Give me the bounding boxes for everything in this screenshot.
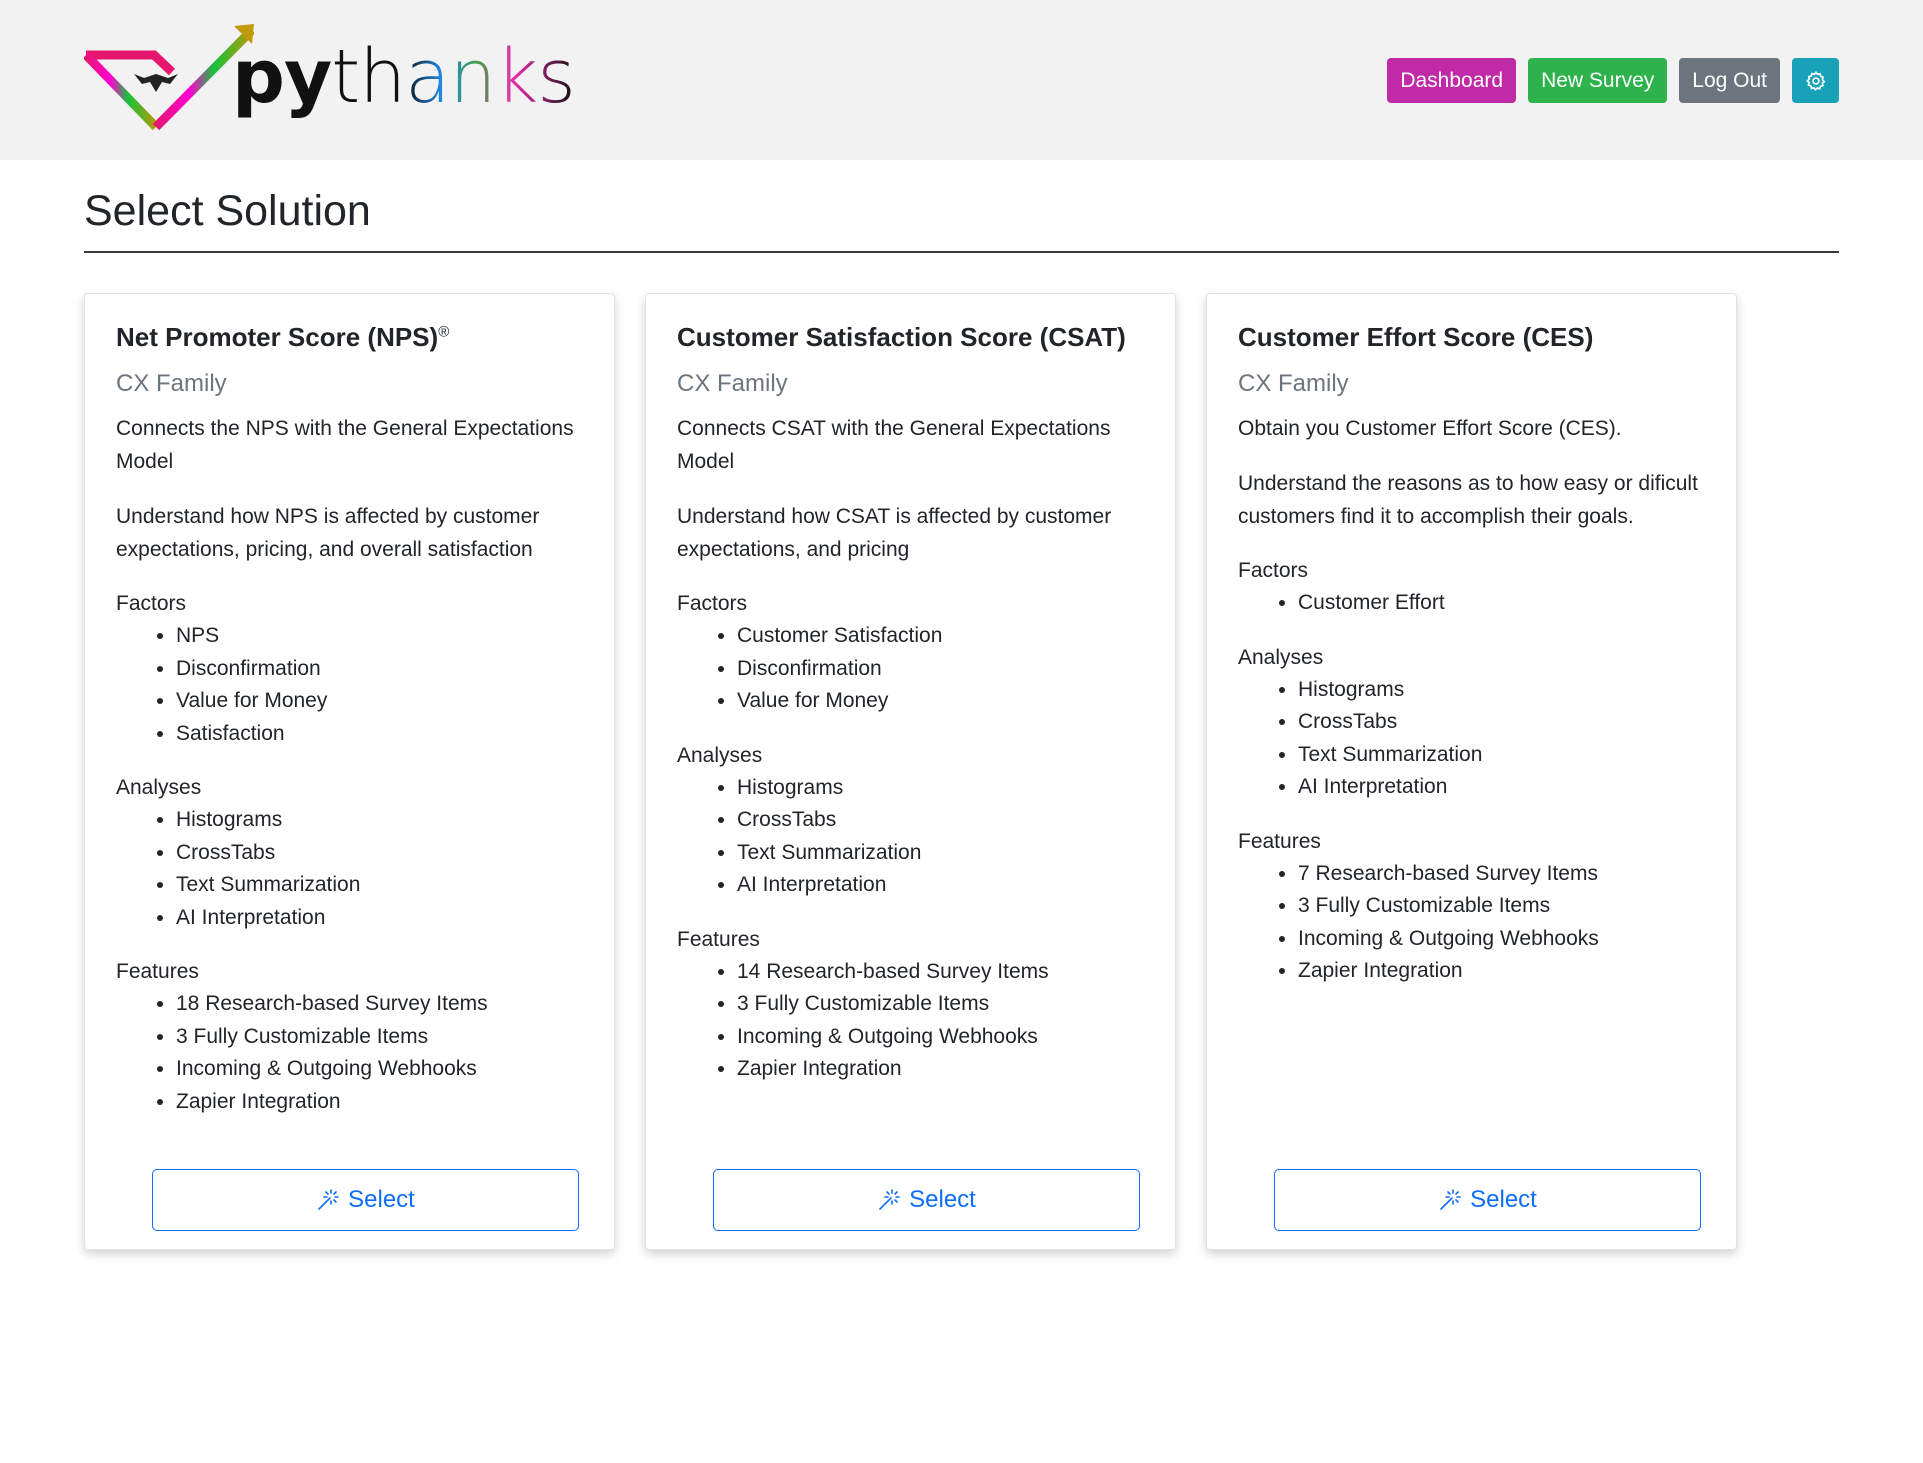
factors-label: Factors xyxy=(1238,559,1309,582)
select-button-label: Select xyxy=(348,1186,415,1213)
analyses-label: Analyses xyxy=(116,776,202,799)
factors-list: Customer Effort xyxy=(1238,587,1706,620)
factors-label: Factors xyxy=(116,592,187,615)
magic-wand-icon xyxy=(318,1189,339,1210)
list-item: Disconfirmation xyxy=(737,653,1145,686)
list-item: Text Summarization xyxy=(737,837,1145,870)
list-item: Incoming & Outgoing Webhooks xyxy=(1298,923,1706,956)
list-item: NPS xyxy=(176,620,584,653)
features-list: 7 Research-based Survey Items 3 Fully Cu… xyxy=(1238,858,1706,988)
list-item: 3 Fully Customizable Items xyxy=(737,988,1145,1021)
card-subtitle: CX Family xyxy=(1238,370,1349,397)
card-title: Customer Satisfaction Score (CSAT) xyxy=(677,322,1126,352)
new-survey-button[interactable]: New Survey xyxy=(1528,58,1668,103)
select-button-csat[interactable]: Select xyxy=(713,1169,1140,1231)
select-button-label: Select xyxy=(1470,1186,1537,1213)
header-nav: Dashboard New Survey Log Out xyxy=(1387,58,1839,103)
list-item: AI Interpretation xyxy=(176,902,584,935)
card-subtitle: CX Family xyxy=(677,370,788,397)
list-item: Zapier Integration xyxy=(176,1086,584,1119)
main-content: Select Solution Net Promoter Score (NPS)… xyxy=(0,160,1923,1250)
card-subtitle: CX Family xyxy=(116,370,227,397)
list-item: Zapier Integration xyxy=(1298,955,1706,988)
factors-list: Customer Satisfaction Disconfirmation Va… xyxy=(677,620,1145,718)
list-item: Text Summarization xyxy=(176,869,584,902)
list-item: Disconfirmation xyxy=(176,653,584,686)
select-button-nps[interactable]: Select xyxy=(152,1169,579,1231)
list-item: Incoming & Outgoing Webhooks xyxy=(176,1053,584,1086)
analyses-list: Histograms CrossTabs Text Summarization … xyxy=(1238,674,1706,804)
analyses-list: Histograms CrossTabs Text Summarization … xyxy=(677,772,1145,902)
registered-mark: ® xyxy=(438,323,450,341)
list-item: 18 Research-based Survey Items xyxy=(176,988,584,1021)
list-item: Zapier Integration xyxy=(737,1053,1145,1086)
list-item: Value for Money xyxy=(737,685,1145,718)
list-item: 3 Fully Customizable Items xyxy=(1298,890,1706,923)
pythanks-logo[interactable]: pythanks xyxy=(84,22,576,132)
solution-card-ces: Customer Effort Score (CES) CX Family Ob… xyxy=(1206,293,1737,1250)
features-list: 14 Research-based Survey Items 3 Fully C… xyxy=(677,956,1145,1086)
top-bar: pythanks Dashboard New Survey Log Out xyxy=(0,0,1923,160)
list-item: CrossTabs xyxy=(737,804,1145,837)
list-item: Text Summarization xyxy=(1298,739,1706,772)
list-item: AI Interpretation xyxy=(1298,771,1706,804)
list-item: Histograms xyxy=(176,804,584,837)
card-description: Understand the reasons as to how easy or… xyxy=(1238,472,1698,528)
card-description: Obtain you Customer Effort Score (CES). xyxy=(1238,417,1622,440)
solution-cards: Net Promoter Score (NPS)® CX Family Conn… xyxy=(84,293,1839,1250)
list-item: 7 Research-based Survey Items xyxy=(1298,858,1706,891)
analyses-list: Histograms CrossTabs Text Summarization … xyxy=(116,804,584,934)
select-button-ces[interactable]: Select xyxy=(1274,1169,1701,1231)
list-item: AI Interpretation xyxy=(737,869,1145,902)
analyses-label: Analyses xyxy=(677,743,763,767)
card-description: Connects CSAT with the General Expectati… xyxy=(677,417,1111,473)
list-item: CrossTabs xyxy=(1298,706,1706,739)
card-title: Customer Effort Score (CES) xyxy=(1238,322,1594,352)
select-button-label: Select xyxy=(909,1186,976,1213)
logo-wordmark: pythanks xyxy=(232,34,576,120)
list-item: Satisfaction xyxy=(176,718,584,751)
solution-card-csat: Customer Satisfaction Score (CSAT) CX Fa… xyxy=(645,293,1176,1250)
card-title: Net Promoter Score (NPS)® xyxy=(116,322,450,352)
magic-wand-icon xyxy=(1440,1189,1461,1210)
logout-button[interactable]: Log Out xyxy=(1679,58,1780,103)
logo-v-check-icon xyxy=(84,24,254,131)
settings-button[interactable] xyxy=(1792,58,1839,103)
list-item: 14 Research-based Survey Items xyxy=(737,956,1145,989)
list-item: Value for Money xyxy=(176,685,584,718)
solution-card-nps: Net Promoter Score (NPS)® CX Family Conn… xyxy=(84,293,615,1250)
features-label: Features xyxy=(116,960,199,983)
features-label: Features xyxy=(677,927,760,951)
list-item: Histograms xyxy=(737,772,1145,805)
list-item: CrossTabs xyxy=(176,837,584,870)
features-label: Features xyxy=(1238,829,1321,853)
card-description: Understand how NPS is affected by custom… xyxy=(116,505,540,561)
list-item: Customer Satisfaction xyxy=(737,620,1145,653)
analyses-label: Analyses xyxy=(1238,645,1324,669)
factors-label: Factors xyxy=(677,592,748,615)
list-item: Histograms xyxy=(1298,674,1706,707)
list-item: 3 Fully Customizable Items xyxy=(176,1021,584,1054)
list-item: Incoming & Outgoing Webhooks xyxy=(737,1021,1145,1054)
card-description: Understand how CSAT is affected by custo… xyxy=(677,505,1112,561)
gear-icon xyxy=(1805,70,1825,91)
page-title: Select Solution xyxy=(84,160,1839,253)
features-list: 18 Research-based Survey Items 3 Fully C… xyxy=(116,988,584,1118)
factors-list: NPS Disconfirmation Value for Money Sati… xyxy=(116,620,584,750)
magic-wand-icon xyxy=(879,1189,900,1210)
list-item: Customer Effort xyxy=(1298,587,1706,620)
dashboard-button[interactable]: Dashboard xyxy=(1387,58,1517,103)
card-description: Connects the NPS with the General Expect… xyxy=(116,417,574,473)
